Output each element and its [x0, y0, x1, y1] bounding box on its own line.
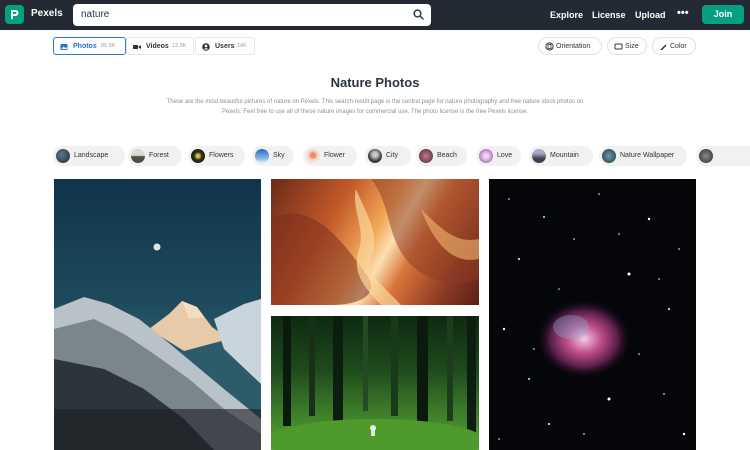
tab-photos[interactable]: Photos 85.9K [53, 37, 126, 55]
nature-wallpaper-thumbnail [602, 149, 616, 163]
orientation-icon [545, 42, 554, 51]
moon-mountains-image [54, 243, 261, 450]
mountain-thumbnail [532, 149, 546, 163]
tab-users-label: Users [215, 43, 235, 50]
tab-videos[interactable]: Videos 12.3K [126, 37, 194, 55]
related-chip-city[interactable]: City [365, 146, 411, 166]
related-chip-sky[interactable]: Sky [252, 146, 294, 166]
tab-photos-count: 85.9K [101, 43, 116, 49]
logo-text[interactable]: Pexels [31, 8, 63, 19]
canyon-image [271, 179, 479, 305]
related-chip-label: Forest [149, 152, 169, 159]
love-thumbnail [479, 149, 493, 163]
related-chip-flowers[interactable]: Flowers [188, 146, 245, 166]
landscape-thumbnail [56, 149, 70, 163]
related-chip-label: Flower [324, 152, 346, 159]
user-icon [202, 43, 210, 51]
flowers-thumbnail [191, 149, 205, 163]
related-chip-label: Landscape [74, 152, 109, 159]
size-filter[interactable]: Size [607, 37, 647, 55]
join-button[interactable]: Join [702, 5, 744, 24]
search-input[interactable]: nature [73, 4, 431, 26]
search-value: nature [81, 9, 110, 20]
video-icon [133, 45, 141, 49]
color-label: Color [670, 43, 687, 50]
more-thumbnail [699, 149, 713, 163]
size-icon [614, 43, 623, 50]
related-chip-label: Flowers [209, 152, 234, 159]
orientation-filter[interactable]: Orientation [538, 37, 602, 55]
sky-thumbnail [255, 149, 269, 163]
related-chip-forest[interactable]: Forest [128, 146, 182, 166]
nav-license[interactable]: License [592, 10, 626, 20]
color-pen-icon [660, 44, 667, 50]
tab-users[interactable]: Users 146 [195, 37, 255, 55]
top-bar: Pexels nature Explore License Upload •••… [0, 0, 750, 30]
color-filter[interactable]: Color [652, 37, 696, 55]
nav-upload[interactable]: Upload [635, 10, 666, 20]
pexels-logo-icon[interactable] [5, 5, 24, 24]
related-chip-label: Sky [273, 152, 285, 159]
related-chip-label: City [386, 152, 399, 159]
flower-thumbnail [306, 149, 320, 163]
forest-thumbnail [131, 149, 145, 163]
photo-antelope-canyon[interactable] [271, 179, 479, 305]
size-label: Size [625, 43, 639, 50]
related-chip-mountain[interactable]: Mountain [529, 146, 593, 166]
tab-photos-label: Photos [73, 43, 97, 50]
related-chip-landscape[interactable]: Landscape [53, 146, 125, 166]
photo-green-forest[interactable] [271, 316, 479, 450]
related-chip-label: Beach [437, 152, 457, 159]
search-icon[interactable] [413, 9, 424, 20]
tab-videos-label: Videos [146, 43, 169, 50]
nebula-image [498, 193, 686, 440]
related-chip-beach[interactable]: Beach [416, 146, 467, 166]
photo-moon-mountains[interactable] [54, 179, 261, 450]
more-menu-icon[interactable]: ••• [677, 7, 689, 19]
related-chip-label: Nature Wallpaper [620, 152, 675, 159]
related-chip-more[interactable] [696, 146, 750, 166]
related-chip-flower[interactable]: Flower [303, 146, 357, 166]
tab-videos-count: 12.3K [172, 43, 187, 49]
related-chip-love[interactable]: Love [476, 146, 521, 166]
related-chip-label: Love [497, 152, 513, 159]
nav-explore[interactable]: Explore [550, 10, 583, 20]
related-chip-label: Mountain [550, 152, 579, 159]
forest-image [271, 316, 479, 450]
related-chip-nature-wallpaper[interactable]: Nature Wallpaper [599, 146, 687, 166]
photo-orion-nebula[interactable] [489, 179, 696, 450]
city-thumbnail [368, 149, 382, 163]
beach-thumbnail [419, 149, 433, 163]
page-description: These are the most beautiful pictures of… [166, 99, 584, 115]
page-title: Nature Photos [330, 75, 420, 90]
tab-users-count: 146 [237, 43, 247, 49]
orientation-label: Orientation [556, 43, 591, 50]
image-icon [60, 44, 68, 50]
